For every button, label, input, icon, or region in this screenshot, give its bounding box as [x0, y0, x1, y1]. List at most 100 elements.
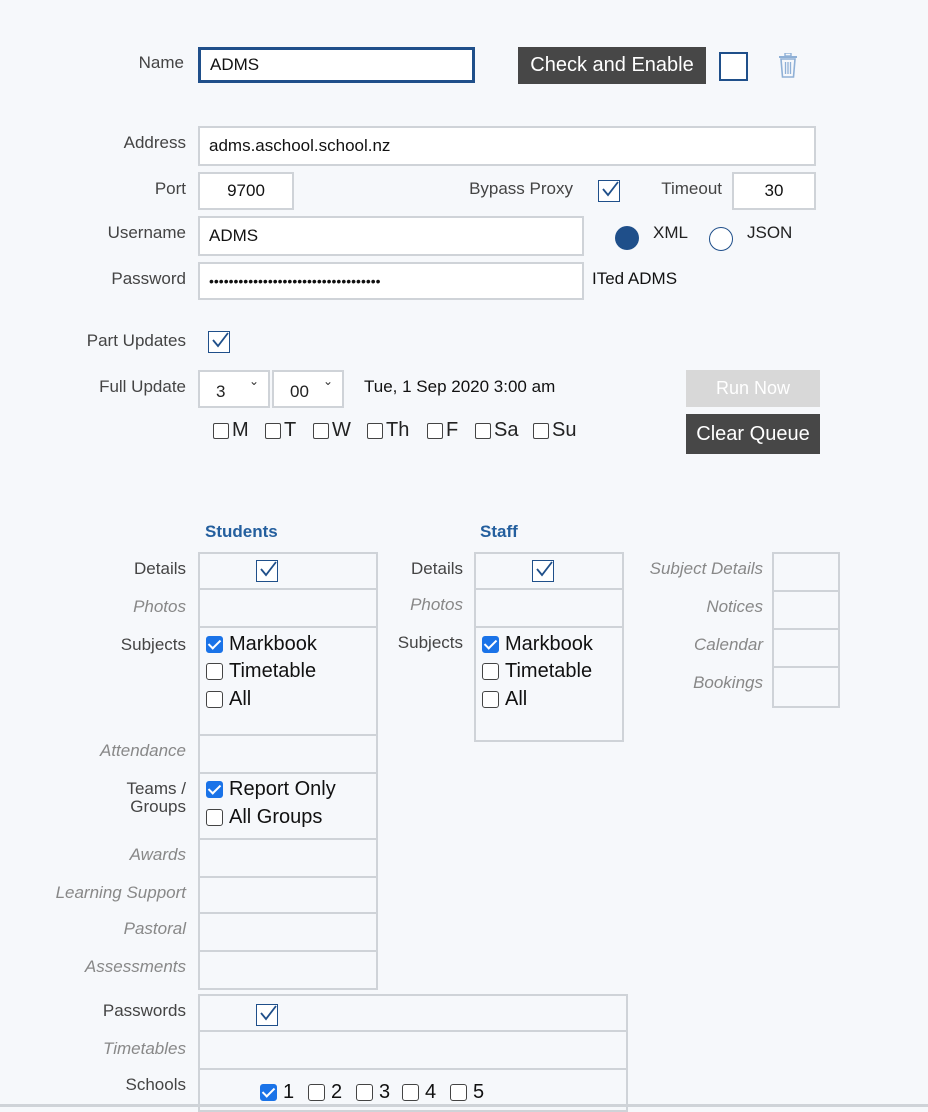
timeout-label: Timeout	[661, 179, 722, 198]
school-4[interactable]: 4	[402, 1081, 436, 1104]
learning-support-label: Learning Support	[55, 883, 186, 902]
bypass-proxy-checkbox[interactable]	[598, 180, 620, 202]
students-subject-all[interactable]: All	[206, 688, 251, 711]
xml-radio[interactable]	[615, 226, 639, 250]
chevron-down-icon: ⌄	[248, 374, 259, 388]
name-input[interactable]: ADMS	[198, 47, 475, 83]
assessments-cell[interactable]	[198, 950, 378, 990]
teams-all-groups[interactable]: All Groups	[206, 806, 322, 829]
checkbox[interactable]	[206, 691, 223, 708]
assessments-label: Assessments	[84, 957, 186, 976]
timeout-input[interactable]: 30	[732, 172, 816, 210]
checkbox[interactable]	[206, 636, 223, 653]
subject-details-label: Subject Details	[649, 559, 763, 578]
option-label: Markbook	[229, 633, 317, 655]
staff-subject-all[interactable]: All	[482, 688, 527, 711]
staff-subject-timetable[interactable]: Timetable	[482, 660, 592, 683]
day-sunday[interactable]: Su	[533, 419, 576, 442]
day-thursday[interactable]: Th	[367, 419, 409, 442]
option-label: 3	[379, 1081, 391, 1103]
option-label: Markbook	[505, 633, 593, 655]
day-checkbox[interactable]	[427, 422, 443, 439]
day-wednesday[interactable]: W	[313, 419, 351, 442]
checkbox[interactable]	[260, 1084, 277, 1101]
attendance-cell[interactable]	[198, 734, 378, 774]
day-checkbox[interactable]	[533, 422, 549, 439]
calendar-label: Calendar	[694, 635, 763, 654]
check-and-enable-button[interactable]: Check and Enable	[518, 47, 706, 84]
students-photos-label: Photos	[133, 597, 186, 616]
day-label: T	[284, 419, 297, 441]
bookings-cell[interactable]	[772, 666, 840, 708]
passwords-checkbox[interactable]	[256, 1004, 278, 1026]
day-monday[interactable]: M	[213, 419, 249, 442]
checkbox[interactable]	[482, 663, 499, 680]
staff-details-checkbox[interactable]	[532, 560, 554, 582]
timetables-cell[interactable]	[198, 1030, 628, 1070]
run-now-button[interactable]: Run Now	[686, 370, 820, 407]
day-checkbox[interactable]	[475, 422, 491, 439]
school-2[interactable]: 2	[308, 1081, 342, 1104]
staff-photos-cell[interactable]	[474, 588, 624, 628]
day-label: F	[446, 419, 459, 441]
enable-checkbox[interactable]	[719, 52, 748, 81]
day-checkbox[interactable]	[265, 422, 281, 439]
notices-cell[interactable]	[772, 590, 840, 630]
part-updates-checkbox[interactable]	[208, 331, 230, 353]
attendance-label: Attendance	[99, 741, 186, 760]
name-label: Name	[138, 53, 184, 72]
students-subject-markbook[interactable]: Markbook	[206, 633, 317, 656]
minute-select[interactable]: 00 ⌄	[272, 370, 344, 408]
school-3[interactable]: 3	[356, 1081, 390, 1104]
day-checkbox[interactable]	[367, 422, 383, 439]
pastoral-label: Pastoral	[123, 919, 186, 938]
clear-queue-button[interactable]: Clear Queue	[686, 414, 820, 454]
pastoral-cell[interactable]	[198, 912, 378, 952]
learning-support-cell[interactable]	[198, 876, 378, 914]
address-input[interactable]: adms.aschool.school.nz	[198, 126, 816, 166]
checkbox[interactable]	[482, 636, 499, 653]
hour-value: 3	[216, 382, 226, 401]
hour-select[interactable]: 3 ⌄	[198, 370, 270, 408]
day-checkbox[interactable]	[213, 422, 229, 439]
username-input[interactable]: ADMS	[198, 216, 584, 256]
checkbox[interactable]	[356, 1084, 373, 1101]
json-radio[interactable]	[709, 227, 733, 251]
awards-label: Awards	[129, 845, 186, 864]
students-details-cell	[198, 552, 378, 590]
checkbox[interactable]	[206, 663, 223, 680]
school-1[interactable]: 1	[260, 1081, 294, 1104]
passwords-label: Passwords	[102, 1001, 186, 1020]
subject-details-cell[interactable]	[772, 552, 840, 592]
option-label: 1	[283, 1081, 295, 1103]
port-input[interactable]: 9700	[198, 172, 294, 210]
checkbox[interactable]	[450, 1084, 467, 1101]
day-checkbox[interactable]	[313, 422, 329, 439]
day-saturday[interactable]: Sa	[475, 419, 518, 442]
day-friday[interactable]: F	[427, 419, 458, 442]
checkbox[interactable]	[308, 1084, 325, 1101]
teams-report-only[interactable]: Report Only	[206, 778, 336, 801]
port-label: Port	[154, 179, 186, 198]
schools-label: Schools	[125, 1075, 186, 1094]
checkbox[interactable]	[482, 691, 499, 708]
students-details-checkbox[interactable]	[256, 560, 278, 582]
day-tuesday[interactable]: T	[265, 419, 296, 442]
calendar-cell[interactable]	[772, 628, 840, 668]
option-label: Timetable	[229, 660, 317, 682]
part-updates-label: Part Updates	[86, 331, 186, 350]
checkbox[interactable]	[206, 781, 223, 798]
school-5[interactable]: 5	[450, 1081, 484, 1104]
option-label: All	[229, 688, 252, 710]
day-label: Th	[386, 419, 410, 441]
awards-cell[interactable]	[198, 838, 378, 878]
teams-groups-label-1: Teams /	[126, 779, 186, 798]
students-photos-cell[interactable]	[198, 588, 378, 628]
teams-groups-label-2: Groups	[130, 797, 186, 816]
trash-icon[interactable]	[778, 52, 798, 84]
password-input[interactable]: •••••••••••••••••••••••••••••••••••	[198, 262, 584, 300]
checkbox[interactable]	[402, 1084, 419, 1101]
checkbox[interactable]	[206, 809, 223, 826]
staff-subject-markbook[interactable]: Markbook	[482, 633, 593, 656]
students-subject-timetable[interactable]: Timetable	[206, 660, 316, 683]
